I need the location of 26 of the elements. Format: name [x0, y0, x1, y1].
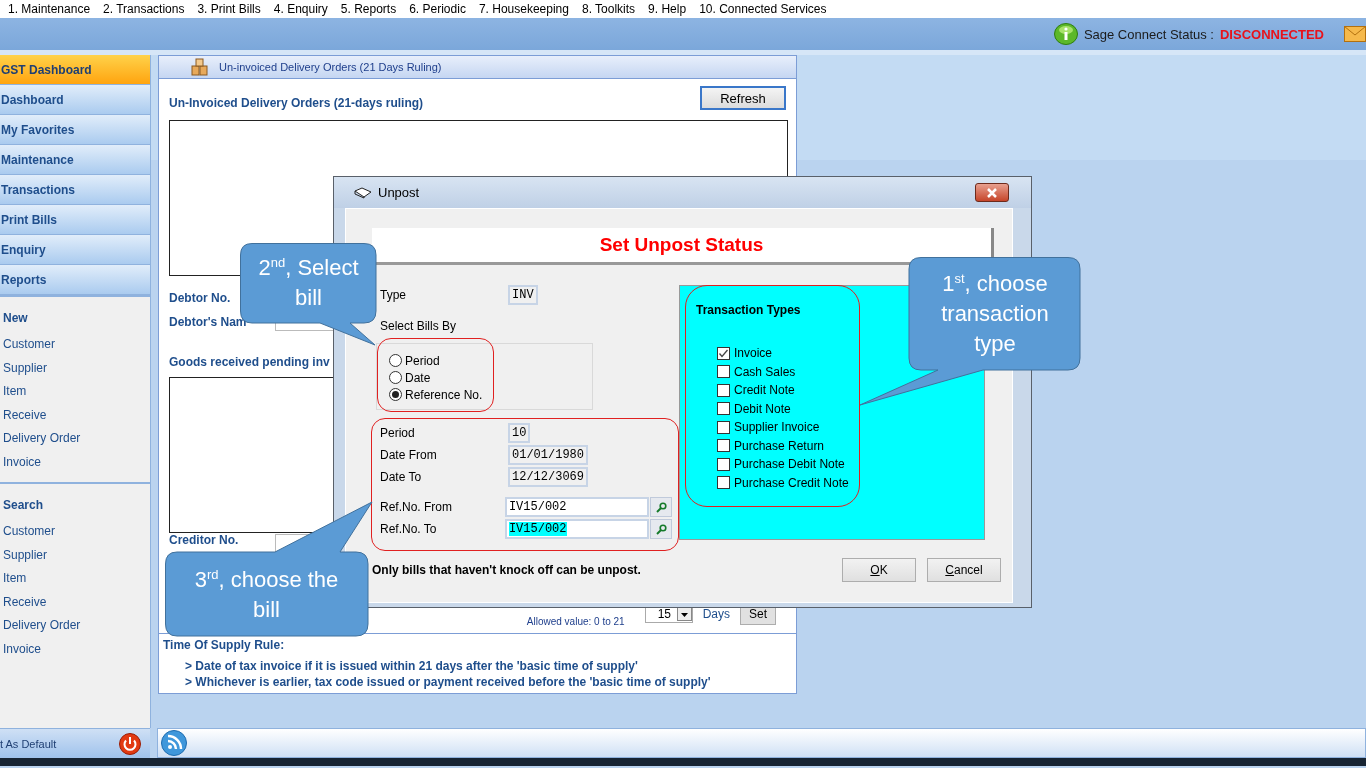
rule-text: > Date of tax invoice if it is issued within 21 days after the 'basic time of supply'	[184, 658, 639, 674]
field-label: Creditor No.	[169, 534, 240, 547]
field-label: Date To	[380, 470, 423, 484]
unit-label: Days	[702, 607, 730, 621]
field-label: Period	[380, 426, 416, 440]
dialog-header: Set Unpost Status	[372, 228, 994, 265]
note-text: Only bills that haven't knock off can be unpost.	[372, 563, 642, 577]
field-label: Debtor's Nam	[169, 315, 248, 329]
dialog-title: Unpost	[378, 185, 421, 200]
section-header: Search	[3, 498, 45, 512]
rule-title: Time Of Supply Rule:	[163, 638, 286, 652]
field-label: Date From	[380, 448, 438, 462]
section-heading: Un-Invoiced Delivery Orders (21-days ruling)	[169, 96, 424, 110]
field-label: Debtor No.	[169, 291, 232, 305]
section-header: New	[3, 311, 29, 325]
callout-tooltip: 1$^{st}$, choose transaction type	[858, 257, 1081, 407]
field-label: Ref.No. From	[380, 500, 453, 514]
hint-text: Allowed value: 0 to 21	[526, 615, 625, 627]
rule-text: > Whichever is earlier, tax code issued or payment received before the 'basic time of supply'	[184, 674, 712, 690]
field-label: Select Bills By	[380, 319, 458, 333]
panel-title: Transaction Types	[696, 303, 801, 317]
section-heading: Goods received pending inv	[169, 355, 330, 369]
field-label: Ref.No. To	[380, 522, 438, 536]
status-label: Sage Connect Status :	[1083, 26, 1214, 42]
status-value: DISCONNECTED	[1220, 26, 1324, 42]
field-label: Type	[380, 288, 407, 302]
